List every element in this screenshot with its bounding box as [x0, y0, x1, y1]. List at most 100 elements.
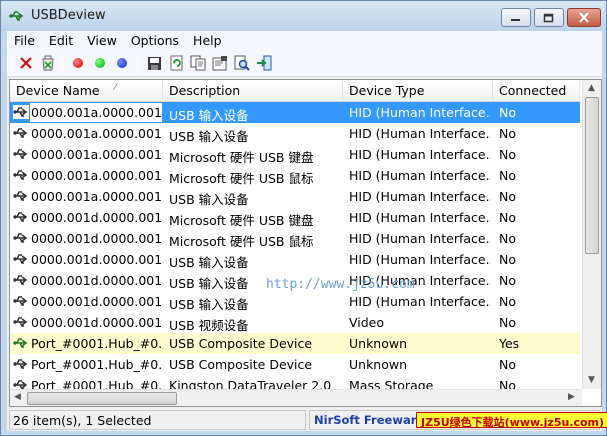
- minimize-button[interactable]: [501, 8, 531, 27]
- properties-button[interactable]: [211, 54, 229, 72]
- usb-icon: [9, 11, 24, 21]
- disconnect-button[interactable]: [17, 54, 35, 72]
- table-row[interactable]: 0000.001d.0000.001... Microsoft 硬件 USB 键盘…: [10, 207, 580, 228]
- cell-device-name: 0000.001d.0000.001...: [31, 252, 162, 267]
- title-bar[interactable]: USBDeview: [1, 1, 606, 31]
- cell-description: Microsoft 硬件 USB 键盘: [169, 150, 314, 165]
- refresh-icon: [170, 55, 182, 71]
- table-row[interactable]: 0000.001a.0000.001... Microsoft 硬件 USB 鼠标…: [10, 165, 580, 186]
- scroll-up-icon[interactable]: ▲: [588, 83, 595, 93]
- green-dot-icon: [95, 58, 105, 68]
- cell-device-type: HID (Human Interface...: [349, 252, 491, 267]
- menu-options[interactable]: Options: [124, 31, 186, 50]
- cell-device-type: HID (Human Interface...: [349, 168, 491, 183]
- column-header-device-name[interactable]: Device Name ⁄: [10, 80, 163, 102]
- usb-device-icon: [13, 317, 28, 327]
- menu-help[interactable]: Help: [186, 31, 229, 50]
- save-icon: [147, 56, 161, 70]
- exit-icon: [257, 55, 272, 71]
- scroll-right-icon[interactable]: ▶: [568, 392, 575, 402]
- table-row[interactable]: 0000.001a.0000.001... USB 输入设备 HID (Human …: [10, 102, 580, 123]
- table-row[interactable]: 0000.001a.0000.001... USB 输入设备 HID (Human …: [10, 186, 580, 207]
- cell-device-name: 0000.001d.0000.001...: [31, 231, 162, 246]
- usb-device-icon: [13, 359, 28, 369]
- properties-icon: [212, 56, 227, 71]
- column-header-device-type[interactable]: Device Type: [343, 80, 493, 102]
- cell-connected: No: [499, 147, 516, 162]
- red-button[interactable]: [69, 54, 87, 72]
- refresh-button[interactable]: [167, 54, 185, 72]
- scroll-down-icon[interactable]: ▼: [588, 375, 595, 385]
- usb-device-icon: [13, 296, 28, 306]
- blue-button[interactable]: [113, 54, 131, 72]
- table-row[interactable]: 0000.001d.0000.001... USB 视频设备 Video No: [10, 312, 580, 333]
- table-row[interactable]: 0000.001a.0000.001... Microsoft 硬件 USB 键盘…: [10, 144, 580, 165]
- column-header-connected[interactable]: Connected: [493, 80, 580, 102]
- status-bar: 26 item(s), 1 Selected NirSoft Freeware.…: [7, 409, 607, 431]
- cell-device-type: HID (Human Interface...: [349, 231, 491, 246]
- cell-description: USB 输入设备: [169, 192, 249, 207]
- cell-device-name: Port_#0001.Hub_#0...: [31, 336, 162, 351]
- column-label: Device Name: [16, 83, 100, 98]
- cell-device-type: Video: [349, 315, 385, 330]
- menu-edit[interactable]: Edit: [42, 31, 80, 50]
- copy-icon: [190, 55, 206, 71]
- usb-device-icon: [13, 128, 28, 138]
- cell-device-name: 0000.001a.0000.001...: [31, 189, 162, 204]
- vertical-scroll-thumb[interactable]: [585, 97, 599, 254]
- cell-description: USB 输入设备: [169, 129, 249, 144]
- cell-device-name: 0000.001d.0000.001...: [31, 294, 162, 309]
- vertical-scrollbar[interactable]: ▲ ▼: [582, 80, 601, 389]
- menu-view[interactable]: View: [80, 31, 124, 50]
- table-row[interactable]: 0000.001d.0000.001... Microsoft 硬件 USB 鼠标…: [10, 228, 580, 249]
- horizontal-scroll-thumb[interactable]: [27, 392, 177, 405]
- cell-connected: No: [499, 273, 516, 288]
- scroll-left-icon[interactable]: ◀: [14, 392, 21, 402]
- status-item-count: 26 item(s), 1 Selected: [9, 410, 306, 430]
- uninstall-button[interactable]: [39, 54, 57, 72]
- cell-connected: No: [499, 168, 516, 183]
- app-window: USBDeview File Edit View Options Help De…: [0, 0, 607, 436]
- cell-description: USB Composite Device: [169, 357, 313, 372]
- green-button[interactable]: [91, 54, 109, 72]
- horizontal-scrollbar[interactable]: ◀ ▶: [10, 389, 582, 406]
- nirsoft-link[interactable]: NirSoft Freeware.: [314, 413, 429, 427]
- maximize-button[interactable]: [534, 8, 564, 27]
- save-button[interactable]: [145, 54, 163, 72]
- cell-description: USB 输入设备: [169, 255, 249, 270]
- usb-device-icon: [13, 170, 28, 180]
- cell-device-type: HID (Human Interface...: [349, 294, 491, 309]
- copy-button[interactable]: [189, 54, 207, 72]
- cell-description: Microsoft 硬件 USB 鼠标: [169, 234, 314, 249]
- cell-description: Microsoft 硬件 USB 鼠标: [169, 171, 314, 186]
- maximize-icon: [543, 13, 554, 22]
- find-button[interactable]: [233, 54, 251, 72]
- device-list[interactable]: Device Name ⁄ Description Device Type Co…: [9, 79, 602, 407]
- cell-connected: No: [499, 105, 516, 120]
- window-title: USBDeview: [31, 8, 106, 23]
- table-row[interactable]: 0000.001d.0000.001... USB 输入设备 HID (Human …: [10, 249, 580, 270]
- disconnect-icon: [20, 57, 32, 69]
- cell-connected: No: [499, 189, 516, 204]
- table-row[interactable]: 0000.001d.0000.001... USB 输入设备 HID (Human …: [10, 291, 580, 312]
- cell-device-name: 0000.001a.0000.001...: [31, 147, 162, 162]
- cell-connected: No: [499, 315, 516, 330]
- minimize-icon: [511, 18, 520, 21]
- usb-device-icon: [13, 149, 28, 159]
- column-label: Connected: [499, 83, 567, 98]
- cell-device-name: 0000.001a.0000.001...: [31, 126, 162, 141]
- table-row[interactable]: 0000.001a.0000.001... USB 输入设备 HID (Human …: [10, 123, 580, 144]
- cell-connected: No: [499, 294, 516, 309]
- menu-bar: File Edit View Options Help: [7, 31, 602, 50]
- table-row[interactable]: Port_#0001.Hub_#0... USB Composite Device…: [10, 333, 580, 354]
- cell-description: Microsoft 硬件 USB 键盘: [169, 213, 314, 228]
- table-row[interactable]: Port_#0001.Hub_#0... USB Composite Device…: [10, 354, 580, 375]
- site-badge: JZ5U绿色下载站(www.jz5u.com): [416, 412, 607, 429]
- close-button[interactable]: [567, 8, 601, 27]
- toolbar-separator: [62, 54, 63, 73]
- cell-device-name: 0000.001a.0000.001...: [31, 168, 162, 183]
- exit-button[interactable]: [255, 54, 273, 72]
- cell-description: USB 视频设备: [169, 318, 249, 333]
- menu-file[interactable]: File: [7, 31, 42, 50]
- column-header-description[interactable]: Description: [163, 80, 343, 102]
